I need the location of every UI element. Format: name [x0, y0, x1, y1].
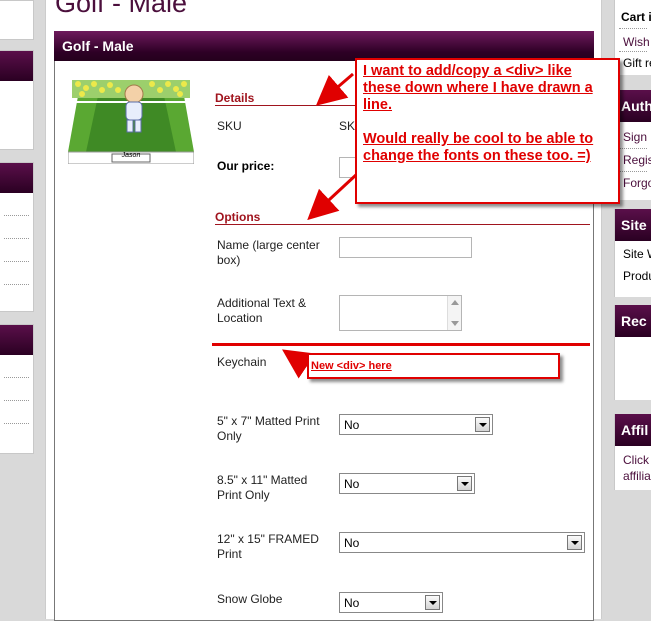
annotation-callout-new-div: New <div> here — [307, 353, 560, 379]
annotation-callout-main: I want to add/copy a <div> like these do… — [355, 58, 620, 204]
annotation-text-2: Would really be cool to be able to chang… — [363, 131, 594, 164]
annotation-text-1: I want to add/copy a <div> like these do… — [363, 63, 593, 113]
arrow-to-options — [307, 172, 359, 221]
arrow-to-details — [315, 72, 354, 106]
annotation-new-div-text: New <div> here — [311, 360, 392, 372]
arrow-to-keychain — [282, 349, 316, 379]
